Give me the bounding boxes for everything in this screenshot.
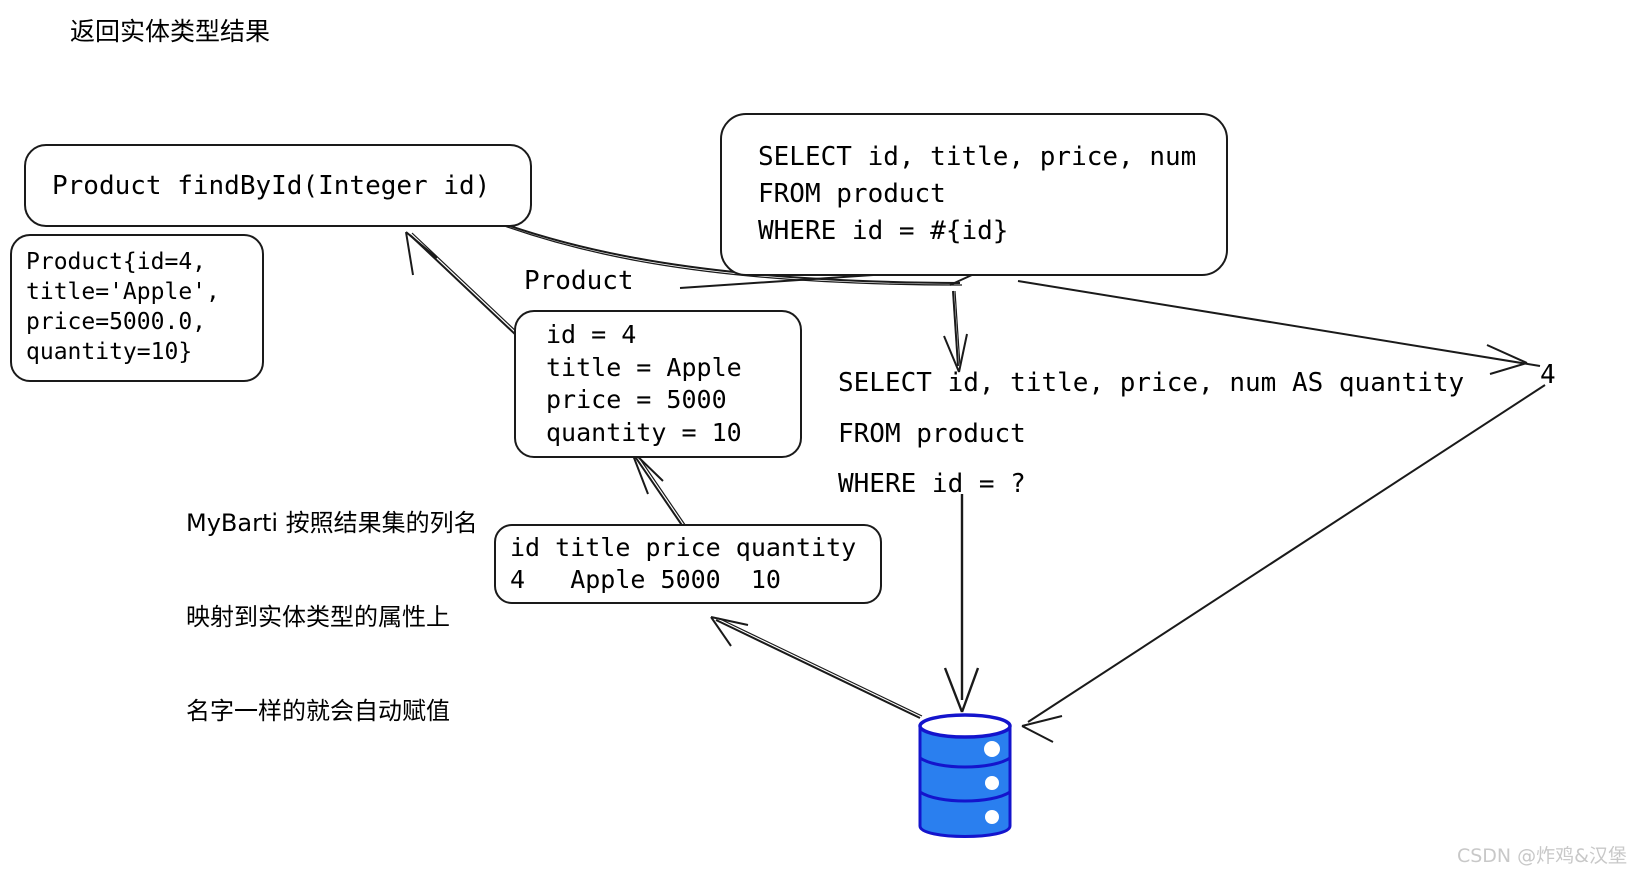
watermark: CSDN @炸鸡&汉堡 xyxy=(1456,845,1627,867)
mapper-sql-box[interactable]: SELECT id, title, price, num FROM produc… xyxy=(720,113,1228,276)
line-db-to-resultset-echo xyxy=(717,617,923,717)
arrowhead-entity-to-method xyxy=(405,231,438,276)
arrowhead-to-param xyxy=(1486,344,1528,375)
resultset-box[interactable]: id title price quantity 4 Apple 5000 10 xyxy=(494,524,882,604)
line-resultset-to-entity-echo xyxy=(635,452,693,536)
product-tostring-box[interactable]: Product{id=4, title='Apple', price=5000.… xyxy=(10,234,264,382)
line-param-to-placeholder xyxy=(1017,280,1541,367)
arrowhead-runtime-to-db xyxy=(943,667,980,713)
method-signature-text: Product findById(Integer id) xyxy=(52,170,491,201)
method-signature-box[interactable]: Product findById(Integer id) xyxy=(24,144,532,227)
line-mapper-to-runtime-echo xyxy=(954,290,961,367)
arrowhead-db-to-resultset xyxy=(710,616,749,647)
line-mapper-to-runtime xyxy=(952,290,959,367)
entity-type-label: Product xyxy=(524,266,634,296)
resultset-text: id title price quantity 4 Apple 5000 10 xyxy=(510,533,857,594)
product-tostring-text: Product{id=4, title='Apple', price=5000.… xyxy=(26,249,220,365)
mapping-note-line-3: 名字一样的就会自动赋值 xyxy=(186,696,450,725)
mapping-note: MyBarti 按照结果集的列名 映射到实体类型的属性上 名字一样的就会自动赋值 xyxy=(186,446,478,789)
param-value-label: 4 xyxy=(1540,360,1556,390)
mapping-note-line-1: MyBarti 按照结果集的列名 xyxy=(186,509,478,538)
entity-fields-box[interactable]: id = 4 title = Apple price = 5000 quanti… xyxy=(514,310,802,458)
line-db-to-resultset xyxy=(715,619,921,719)
mapper-sql-text: SELECT id, title, price, num FROM produc… xyxy=(758,142,1197,246)
arrowhead-param-to-db xyxy=(1021,715,1063,743)
runtime-sql-text: SELECT id, title, price, num AS quantity… xyxy=(838,368,1465,500)
page-title: 返回实体类型结果 xyxy=(70,17,271,46)
mapping-note-line-2: 映射到实体类型的属性上 xyxy=(186,602,450,631)
database-cylinder-icon xyxy=(918,713,1012,838)
diagram-canvas: 返回实体类型结果 Product findById(Integer id) Pr… xyxy=(0,0,1645,882)
entity-fields-text: id = 4 title = Apple price = 5000 quanti… xyxy=(546,320,742,447)
